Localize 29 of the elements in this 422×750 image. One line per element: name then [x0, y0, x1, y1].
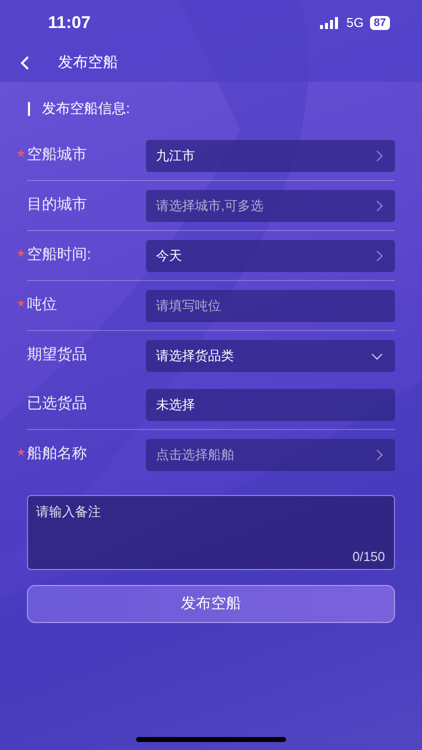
network-label: 5G: [346, 14, 364, 32]
input-field[interactable]: 未选择: [146, 388, 395, 420]
input-field[interactable]: 请填写吨位: [146, 290, 395, 322]
field-label: 吨位: [27, 295, 57, 316]
section-marker: [28, 102, 30, 116]
field-label: 期望货品: [27, 345, 87, 366]
field-label: 目的城市: [27, 195, 87, 216]
chevron-down-icon: [371, 352, 383, 360]
chevron-right-icon: [376, 448, 383, 460]
dropdown-field[interactable]: 请选择货品类: [146, 340, 395, 372]
input-field[interactable]: 点击选择船舶: [146, 438, 395, 470]
status-time: 11:07: [48, 12, 91, 34]
back-icon[interactable]: [20, 56, 30, 70]
chevron-right-icon: [376, 150, 383, 162]
battery-level: 87: [370, 16, 390, 30]
publish-button[interactable]: 发布空船: [27, 585, 395, 623]
chevron-right-icon: [376, 200, 383, 212]
page-title: 发布空船: [58, 52, 118, 73]
signal-icon: [320, 17, 340, 29]
character-counter: 0/150: [352, 548, 385, 566]
input-field[interactable]: 请选择城市,可多选: [146, 190, 395, 222]
field-label: 空船城市: [27, 145, 87, 166]
field-label: 已选货品: [27, 394, 87, 414]
chevron-right-icon: [376, 250, 383, 262]
field-label: 空船时间:: [27, 245, 92, 266]
input-field[interactable]: 今天: [146, 240, 395, 272]
section-title: 发布空船信息:: [42, 99, 130, 118]
field-label: 船舶名称: [27, 444, 87, 464]
input-field[interactable]: 九江市: [146, 140, 395, 172]
